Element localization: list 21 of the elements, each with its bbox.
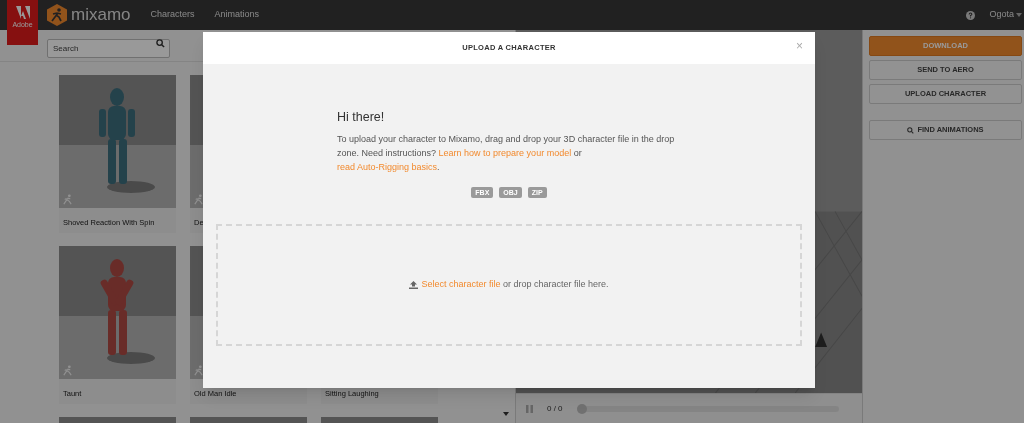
runner-hexagon-logo-icon (47, 4, 67, 26)
running-figure-icon (62, 365, 73, 376)
upload-icon (409, 280, 419, 289)
search-field[interactable]: Search (47, 38, 170, 58)
nav-link[interactable]: Characters (150, 8, 195, 22)
running-figure-icon (62, 194, 73, 205)
help-icon[interactable] (966, 10, 976, 20)
nav-link[interactable]: Animations (214, 8, 260, 22)
drop-zone[interactable]: Select character file or drop character file here. (216, 223, 802, 346)
time-counter: 0 / 0 (547, 402, 563, 415)
caret-icon (1016, 13, 1022, 17)
caret-icon[interactable] (503, 412, 509, 416)
user-menu[interactable]: Ogota (989, 8, 1022, 22)
search-icon (907, 126, 915, 134)
search-icon (156, 38, 165, 48)
brand-name: mixamo (71, 4, 131, 27)
adobe-mark-icon (15, 6, 30, 19)
drop-instruction: Select character file or drop character file here. (421, 278, 609, 291)
timeline-slider[interactable] (576, 405, 839, 412)
greeting-heading: Hi there! (337, 109, 386, 126)
instructions-text: To upload your character to Mixamo, drag and drop your 3D character file in the drop zone. Need instructions? Learn how to prepare your model or read Auto-Rigging basics. (337, 132, 676, 174)
